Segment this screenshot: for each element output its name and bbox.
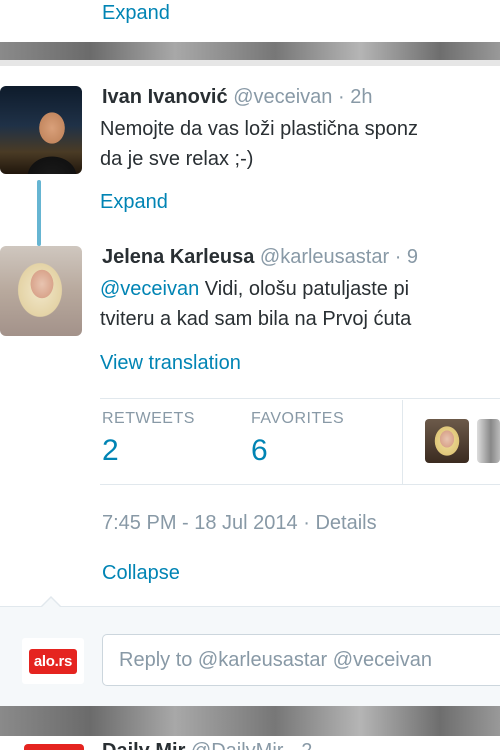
divider (100, 484, 500, 485)
next-tweet: Daily Mir @DailyMir · 2 (0, 736, 500, 750)
separator: · (303, 512, 316, 534)
reply-caret (41, 598, 61, 608)
retweets-label: RETWEETS (102, 410, 195, 427)
timeline-gap (0, 706, 500, 736)
favoriter-avatar[interactable] (477, 419, 500, 463)
reply-input[interactable]: Reply to @karleusastar @veceivan (102, 634, 500, 686)
user-handle[interactable]: @DailyMir (191, 740, 284, 750)
user-name[interactable]: Daily Mir (102, 740, 185, 750)
user-name[interactable]: Ivan Ivanović (102, 86, 228, 108)
tweet-time[interactable]: · 2 (289, 740, 312, 750)
mention-link[interactable]: @veceivan (100, 278, 199, 300)
conversation-card: Ivan Ivanović @veceivan · 2h Nemojte da … (0, 66, 500, 706)
expand-link[interactable]: Expand (102, 2, 170, 25)
user-handle[interactable]: @karleusastar (260, 246, 389, 268)
tweet-text-ivan: Nemojte da vas loži plastična sponz da j… (100, 114, 418, 174)
divider (402, 400, 403, 484)
tweet-header-next: Daily Mir @DailyMir · 2 (102, 740, 312, 750)
tweet-text-jelena: @veceivan Vidi, ološu patuljaste pi tvit… (100, 274, 411, 334)
tweet-time[interactable]: · 9 (395, 246, 418, 268)
retweets-count[interactable]: 2 (102, 434, 195, 468)
tweet-text-line: @veceivan Vidi, ološu patuljaste pi (100, 274, 411, 304)
expand-link[interactable]: Expand (100, 191, 168, 214)
tweet-time[interactable]: · 2h (338, 86, 372, 108)
previous-tweet-footer: Expand (0, 0, 500, 42)
timestamp-text: 7:45 PM - 18 Jul 2014 (102, 512, 298, 534)
tweet-text-line: Nemojte da vas loži plastična sponz (100, 118, 418, 140)
tweet-timestamp: 7:45 PM - 18 Jul 2014 · Details (102, 512, 377, 535)
tweet-header-ivan: Ivan Ivanović @veceivan · 2h (102, 86, 372, 109)
conversation-thread-line (37, 180, 41, 246)
tweet-header-jelena: Jelena Karleusa @karleusastar · 9 (102, 246, 418, 269)
reply-user-avatar[interactable]: alo.rs (22, 638, 84, 684)
tweet-text-line: tviteru a kad sam bila na Prvoj ćuta (100, 308, 412, 330)
favorites-count[interactable]: 6 (251, 434, 344, 468)
avatar-jelena[interactable] (0, 246, 82, 336)
divider (100, 398, 500, 399)
user-handle[interactable]: @veceivan (233, 86, 332, 108)
view-translation-link[interactable]: View translation (100, 352, 241, 375)
favoriter-avatar[interactable] (425, 419, 469, 463)
tweet-text-line: da je sve relax ;-) (100, 148, 254, 170)
retweets-stat[interactable]: RETWEETS 2 (102, 410, 195, 468)
tweet-text-fragment: Vidi, ološu patuljaste pi (199, 278, 410, 300)
timeline-gap (0, 42, 500, 66)
favorites-stat[interactable]: FAVORITES 6 (251, 410, 344, 468)
collapse-link[interactable]: Collapse (102, 562, 180, 585)
favorites-label: FAVORITES (251, 410, 345, 427)
user-name[interactable]: Jelena Karleusa (102, 246, 254, 268)
alo-logo: alo.rs (28, 648, 78, 674)
avatar-ivan[interactable] (0, 86, 82, 174)
avatar-next[interactable] (24, 744, 84, 750)
details-link[interactable]: Details (315, 512, 376, 534)
